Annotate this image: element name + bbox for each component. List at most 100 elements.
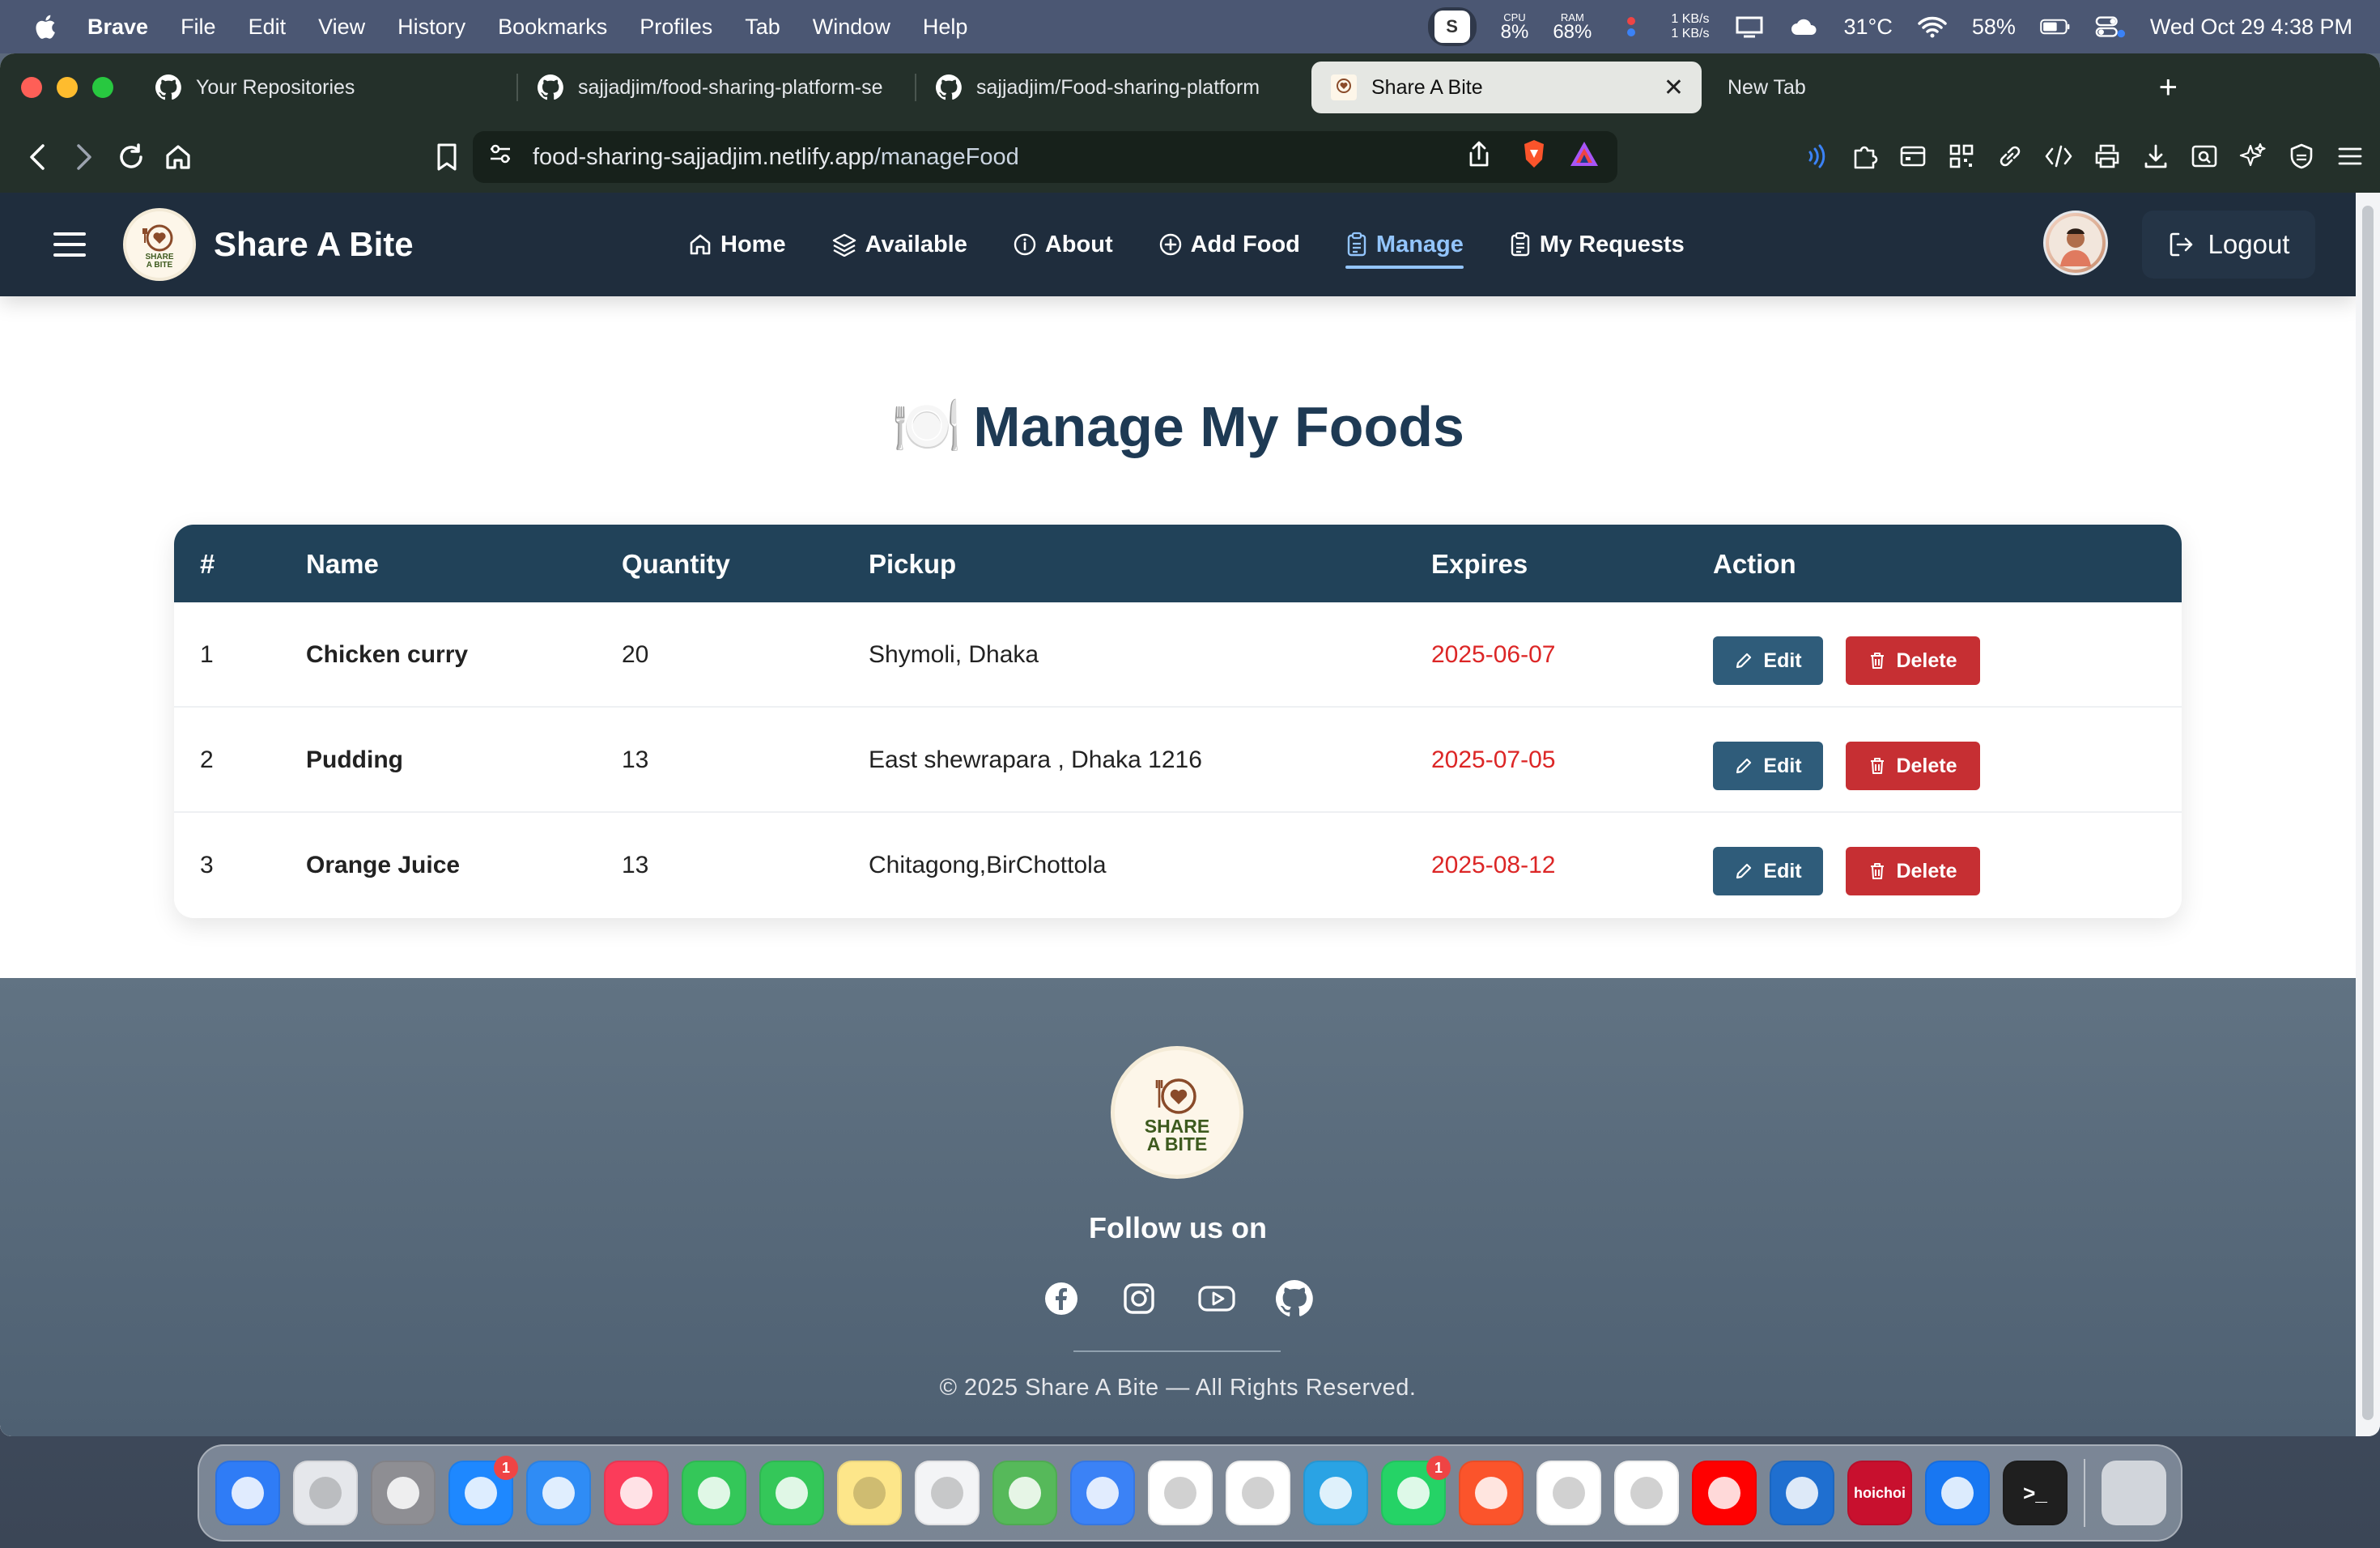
dock-chatgpt-icon[interactable] (1536, 1461, 1601, 1525)
vpn-shield-icon[interactable] (2284, 139, 2318, 173)
close-tab-icon[interactable]: ✕ (1664, 74, 1684, 102)
close-window-button[interactable] (21, 77, 42, 98)
tab-new-tab[interactable]: New Tab (1708, 62, 1902, 113)
address-bar[interactable]: food-sharing-sajjadjim.netlify.app/manag… (473, 131, 1617, 183)
print-icon[interactable] (2090, 139, 2124, 173)
dock-telegram-icon[interactable] (1303, 1461, 1368, 1525)
menu-tab[interactable]: Tab (745, 15, 780, 40)
dock-reminders-icon[interactable] (915, 1461, 980, 1525)
ram-stat[interactable]: RAM 68% (1553, 12, 1592, 42)
reload-icon[interactable] (113, 139, 149, 175)
user-avatar[interactable] (2043, 211, 2108, 275)
dock-finder-icon[interactable] (215, 1461, 280, 1525)
wifi-icon[interactable] (1917, 15, 1948, 39)
dock-notes-icon[interactable] (837, 1461, 902, 1525)
apple-icon[interactable] (32, 13, 57, 40)
minimize-window-button[interactable] (57, 77, 78, 98)
weather-cloud-icon[interactable] (1789, 15, 1820, 39)
menu-app-name[interactable]: Brave (87, 15, 148, 40)
page-scrollbar[interactable] (2356, 193, 2380, 1436)
logout-button[interactable]: Logout (2142, 211, 2315, 279)
cpu-stat[interactable]: CPU 8% (1501, 12, 1529, 42)
menu-file[interactable]: File (181, 15, 216, 40)
hamburger-menu-icon[interactable] (53, 232, 86, 257)
nav-my-requests[interactable]: My Requests (1509, 220, 1685, 269)
new-tab-button[interactable]: + (2159, 70, 2178, 106)
forward-icon[interactable] (66, 139, 102, 175)
dock-trash-icon[interactable] (2102, 1461, 2166, 1525)
tab-food-sharing-platform[interactable]: sajjadjim/Food-sharing-platform (916, 62, 1305, 113)
dock-photos-icon[interactable] (1226, 1461, 1290, 1525)
dock-weather-icon[interactable] (1070, 1461, 1135, 1525)
extensions-puzzle-icon[interactable] (1847, 139, 1881, 173)
dock-phone-icon[interactable] (682, 1461, 746, 1525)
dock-brave-icon[interactable] (1459, 1461, 1524, 1525)
download-icon[interactable] (2139, 139, 2173, 173)
dock-messages-icon[interactable] (759, 1461, 824, 1525)
edit-button[interactable]: Edit (1713, 742, 1823, 790)
tab-your-repositories[interactable]: Your Repositories (136, 62, 516, 113)
nav-manage[interactable]: Manage (1345, 220, 1464, 269)
dock-whatsapp-icon[interactable]: 1 (1381, 1456, 1451, 1525)
dock-messenger-icon[interactable] (1925, 1461, 1990, 1525)
reader-search-icon[interactable] (2187, 139, 2221, 173)
menu-window[interactable]: Window (813, 15, 890, 40)
delete-button[interactable]: Delete (1846, 636, 1980, 685)
dock-youtube-icon[interactable] (1692, 1461, 1757, 1525)
edit-button[interactable]: Edit (1713, 636, 1823, 685)
dock-hoichoi-icon[interactable]: hoichoi (1847, 1461, 1912, 1525)
share-icon[interactable] (1467, 140, 1491, 174)
tab-share-a-bite[interactable]: Share A Bite ✕ (1311, 62, 1702, 113)
leo-ai-icon[interactable] (2236, 139, 2270, 173)
dock-app-store-icon[interactable]: 1 (448, 1456, 518, 1525)
dock-terminal-icon[interactable]: >_ (2003, 1461, 2068, 1525)
dev-tools-icon[interactable] (2042, 139, 2076, 173)
wallet-icon[interactable] (1896, 139, 1930, 173)
scrollbar-thumb[interactable] (2362, 206, 2374, 1420)
dock-vscode-icon[interactable] (1770, 1461, 1834, 1525)
dock-safari-icon[interactable] (526, 1461, 591, 1525)
brand-logo[interactable]: SHARE A BITE (123, 208, 196, 281)
menu-icon[interactable] (2333, 139, 2367, 173)
nav-available[interactable]: Available (831, 220, 967, 269)
menu-bookmarks[interactable]: Bookmarks (498, 15, 607, 40)
footer-logo[interactable]: SHARE A BITE (1111, 1046, 1243, 1179)
menu-view[interactable]: View (318, 15, 365, 40)
weather-temp[interactable]: 31°C (1844, 15, 1893, 40)
net-stat[interactable]: 1 KB/s 1 KB/s (1671, 12, 1709, 41)
dock-chrome-icon[interactable] (1614, 1461, 1679, 1525)
s-app-status[interactable]: S (1427, 7, 1477, 46)
delete-button[interactable]: Delete (1846, 847, 1980, 895)
tab-food-sharing-platform-se[interactable]: sajjadjim/food-sharing-platform-se (518, 62, 915, 113)
brand-name[interactable]: Share A Bite (214, 225, 414, 264)
facebook-icon[interactable] (1042, 1279, 1081, 1318)
site-settings-icon[interactable] (487, 142, 513, 172)
brave-shields-icon[interactable] (1520, 138, 1548, 176)
delete-button[interactable]: Delete (1846, 742, 1980, 790)
youtube-icon[interactable] (1197, 1279, 1236, 1318)
datetime[interactable]: Wed Oct 29 4:38 PM (2150, 15, 2352, 40)
menu-history[interactable]: History (397, 15, 465, 40)
dock-gmail-icon[interactable] (1148, 1461, 1213, 1525)
dock-maps-icon[interactable] (992, 1461, 1057, 1525)
dock-music-icon[interactable] (604, 1461, 669, 1525)
menu-edit[interactable]: Edit (249, 15, 287, 40)
battery-icon[interactable] (2040, 15, 2071, 39)
nav-about[interactable]: About (1013, 220, 1113, 269)
back-icon[interactable] (19, 139, 55, 175)
github-icon[interactable] (1275, 1279, 1314, 1318)
home-icon[interactable] (160, 139, 196, 175)
zoom-window-button[interactable] (92, 77, 113, 98)
nav-add-food[interactable]: Add Food (1158, 220, 1300, 269)
menu-profiles[interactable]: Profiles (640, 15, 712, 40)
instagram-icon[interactable] (1120, 1279, 1158, 1318)
menu-help[interactable]: Help (923, 15, 968, 40)
display-icon[interactable] (1734, 15, 1765, 39)
nav-home[interactable]: Home (688, 220, 786, 269)
leo-speak-icon[interactable] (1799, 139, 1833, 173)
bookmark-icon[interactable] (429, 139, 465, 175)
dock-system-settings-icon[interactable] (371, 1461, 436, 1525)
brave-rewards-icon[interactable] (1569, 140, 1600, 174)
edit-button[interactable]: Edit (1713, 847, 1823, 895)
link-icon[interactable] (1993, 139, 2027, 173)
